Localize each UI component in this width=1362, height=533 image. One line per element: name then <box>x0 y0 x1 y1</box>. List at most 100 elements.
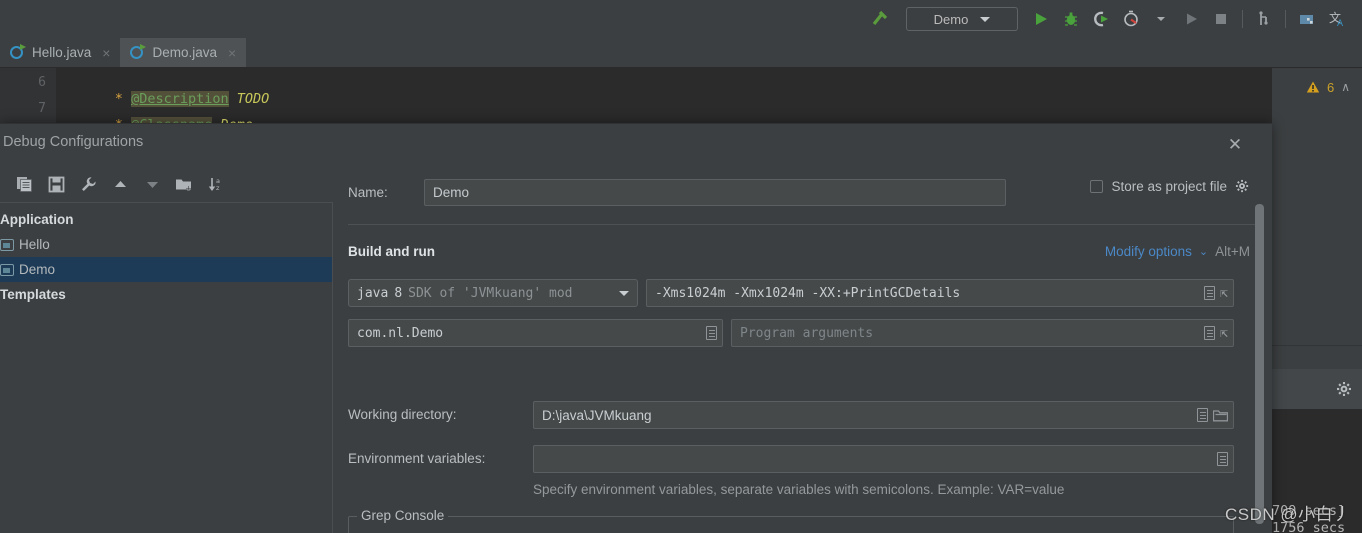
jdk-version: 8 <box>394 285 403 301</box>
grep-console-group: Grep Console <box>348 508 1234 533</box>
stop-icon[interactable] <box>1206 4 1236 34</box>
toolbar-divider-2 <box>1285 10 1286 28</box>
close-icon[interactable]: × <box>228 45 236 61</box>
name-input[interactable]: Demo <box>424 179 1006 206</box>
insert-macro-icon[interactable] <box>1204 326 1216 340</box>
move-up-icon[interactable] <box>104 170 136 198</box>
configurations-tree[interactable]: Application Hello Demo Templates <box>0 202 333 533</box>
environment-variables-label: Environment variables: <box>348 451 486 466</box>
jdk-selector[interactable]: java 8 SDK of 'JVMkuang' mod <box>348 279 638 307</box>
dialog-scrollbar[interactable] <box>1255 204 1264 524</box>
rerun-icon[interactable] <box>1176 4 1206 34</box>
sort-alphabetically-icon[interactable]: az <box>200 170 232 198</box>
close-icon[interactable]: × <box>102 45 110 61</box>
toolbar-divider <box>1242 10 1243 28</box>
expand-icon[interactable]: ⇱ <box>1220 287 1228 300</box>
build-hammer-icon[interactable] <box>864 4 894 34</box>
working-directory-value: D:\java\JVMkuang <box>542 407 652 423</box>
environment-variables-field[interactable] <box>533 445 1234 473</box>
working-directory-label: Working directory: <box>348 407 457 422</box>
editor-tabbar: Hello.java × Demo.java × <box>0 38 1362 68</box>
jdk-sdk-text: SDK of 'JVMkuang' mod <box>408 285 573 301</box>
code-editor[interactable]: 6 7 * @Description TODO * @Classname Dem… <box>0 68 1272 133</box>
edit-environment-variables-icon[interactable] <box>1217 452 1228 466</box>
insert-macro-icon[interactable] <box>1197 408 1208 422</box>
browse-class-icon[interactable] <box>706 326 717 340</box>
watermark: CSDN @小白丿 <box>1225 505 1351 524</box>
name-row: Name: Demo <box>348 179 1006 206</box>
dialog-title: Debug Configurations <box>3 134 144 150</box>
translate-icon[interactable]: 文A <box>1322 4 1352 34</box>
git-branch-icon[interactable] <box>1249 4 1279 34</box>
warning-count: 6 <box>1326 80 1335 95</box>
tree-item-label: Hello <box>19 237 50 252</box>
chevron-up-icon[interactable]: ∧ <box>1341 80 1350 94</box>
environment-variables-hint: Specify environment variables, separate … <box>533 482 1065 497</box>
store-as-project-file-checkbox[interactable] <box>1090 180 1104 193</box>
main-class-field[interactable]: com.nl.Demo <box>348 319 723 347</box>
run-with-coverage-icon[interactable] <box>1086 4 1116 34</box>
tree-item-hello[interactable]: Hello <box>0 232 332 257</box>
panel-settings-row <box>1272 369 1362 409</box>
copy-configuration-icon[interactable] <box>8 170 40 198</box>
modify-options-row[interactable]: Modify options ⌄ Alt+M <box>1105 244 1250 259</box>
vm-options-field[interactable]: -Xms1024m -Xmx1024m -XX:+PrintGCDetails … <box>646 279 1234 307</box>
store-as-project-file-label: Store as project file <box>1111 179 1227 194</box>
jdk-java-label: java <box>357 285 389 301</box>
project-structure-icon[interactable] <box>1292 4 1322 34</box>
inspection-widget[interactable]: 6 ∧ <box>1272 68 1362 123</box>
ide-right-column: 709 secs] 1756 secs <box>1272 123 1362 533</box>
folder-icon[interactable] <box>1213 409 1228 422</box>
run-icon[interactable] <box>1026 4 1056 34</box>
run-configuration-label: Demo <box>933 11 969 27</box>
tree-group-application: Application <box>0 212 74 227</box>
line-number: 7 <box>38 101 46 116</box>
svg-text:z: z <box>216 184 220 192</box>
chevron-down-icon <box>980 16 991 22</box>
modify-options-shortcut: Alt+M <box>1215 244 1250 259</box>
new-folder-icon[interactable] <box>168 170 200 198</box>
tab-label: Demo.java <box>152 45 217 60</box>
configurations-toolbar: az <box>0 168 333 200</box>
grep-console-legend: Grep Console <box>357 508 449 523</box>
modify-options-link[interactable]: Modify options <box>1105 244 1192 259</box>
store-as-project-file-row[interactable]: Store as project file <box>1090 179 1250 194</box>
chevron-down-icon: ⌄ <box>1198 246 1209 258</box>
editor-gutter: 6 7 <box>0 68 56 123</box>
insert-macro-icon[interactable] <box>1204 286 1216 300</box>
working-directory-field[interactable]: D:\java\JVMkuang <box>533 401 1234 429</box>
expand-icon[interactable]: ⇱ <box>1220 327 1228 340</box>
section-title-build-and-run: Build and run <box>348 244 435 259</box>
program-arguments-field[interactable]: Program arguments ⇱ <box>731 319 1234 347</box>
vm-options-value: -Xms1024m -Xmx1024m -XX:+PrintGCDetails <box>655 285 961 301</box>
gear-icon <box>1337 382 1351 396</box>
tab-demo-java[interactable]: Demo.java × <box>120 38 247 67</box>
warning-triangle-icon <box>1306 81 1320 93</box>
debug-icon[interactable] <box>1056 4 1086 34</box>
tree-item-label: Demo <box>19 262 56 277</box>
application-config-icon <box>0 238 14 251</box>
program-arguments-placeholder: Program arguments <box>740 325 874 341</box>
name-label: Name: <box>348 185 388 200</box>
configuration-form: Name: Demo Store as project file Build a… <box>333 124 1272 533</box>
profiler-dropdown-icon[interactable] <box>1146 4 1176 34</box>
tree-group-templates: Templates <box>0 287 66 302</box>
tab-label: Hello.java <box>32 45 92 60</box>
panel-divider <box>1272 345 1362 346</box>
tab-hello-java[interactable]: Hello.java × <box>0 38 120 67</box>
line-number: 6 <box>38 75 46 90</box>
move-down-icon[interactable] <box>136 170 168 198</box>
profiler-icon[interactable] <box>1116 4 1146 34</box>
main-class-value: com.nl.Demo <box>357 325 444 341</box>
run-configuration-selector[interactable]: Demo <box>906 7 1018 31</box>
form-divider <box>348 224 1256 225</box>
main-toolbar: Demo 文A <box>0 0 1362 38</box>
java-class-icon <box>130 44 147 60</box>
debug-configurations-dialog: Debug Configurations ✕ az Application He… <box>0 123 1272 533</box>
gear-icon[interactable] <box>1235 179 1250 194</box>
save-configuration-icon[interactable] <box>40 170 72 198</box>
ide-window: Demo 文A Hello.java × Demo.java × 6 7 * @… <box>0 0 1362 533</box>
tree-item-demo[interactable]: Demo <box>0 257 332 282</box>
edit-templates-wrench-icon[interactable] <box>72 170 104 198</box>
svg-text:A: A <box>1337 19 1344 28</box>
